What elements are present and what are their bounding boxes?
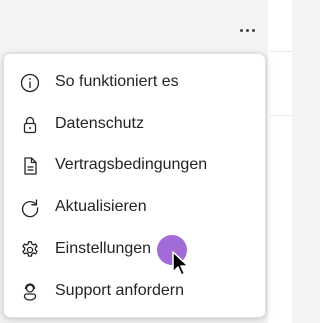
divider <box>270 115 292 116</box>
more-horizontal-icon-dot <box>251 28 255 32</box>
divider <box>270 51 292 52</box>
menu-item-label: Datenschutz <box>55 115 144 132</box>
more-horizontal-icon-dot <box>245 28 249 32</box>
more-horizontal-icon <box>239 28 243 32</box>
menu-item-how-it-works[interactable]: So funktioniert es <box>4 62 265 102</box>
person-support-icon <box>19 281 41 303</box>
menu-item-label: Vertragsbedingungen <box>55 156 208 173</box>
mouse-pointer-icon <box>171 250 191 280</box>
background-window <box>268 0 292 323</box>
dropdown-menu: So funktioniert es Datenschutz Vertragsb… <box>3 53 266 318</box>
menu-item-label: Einstellungen <box>55 240 152 257</box>
menu-item-label: Support anfordern <box>55 282 184 299</box>
lock-icon <box>19 114 41 136</box>
menu-item-request-support[interactable]: Support anfordern <box>4 271 265 311</box>
document-icon <box>19 155 41 177</box>
menu-item-privacy[interactable]: Datenschutz <box>4 104 265 144</box>
info-icon <box>19 72 41 94</box>
gear-icon <box>19 239 41 261</box>
menu-item-settings[interactable]: Einstellungen <box>4 229 265 269</box>
more-options-button[interactable] <box>230 18 264 42</box>
menu-item-terms[interactable]: Vertragsbedingungen <box>4 145 265 185</box>
menu-item-label: Aktualisieren <box>55 198 147 215</box>
refresh-icon <box>19 197 41 219</box>
menu-item-refresh[interactable]: Aktualisieren <box>4 187 265 227</box>
menu-item-label: So funktioniert es <box>55 73 179 90</box>
